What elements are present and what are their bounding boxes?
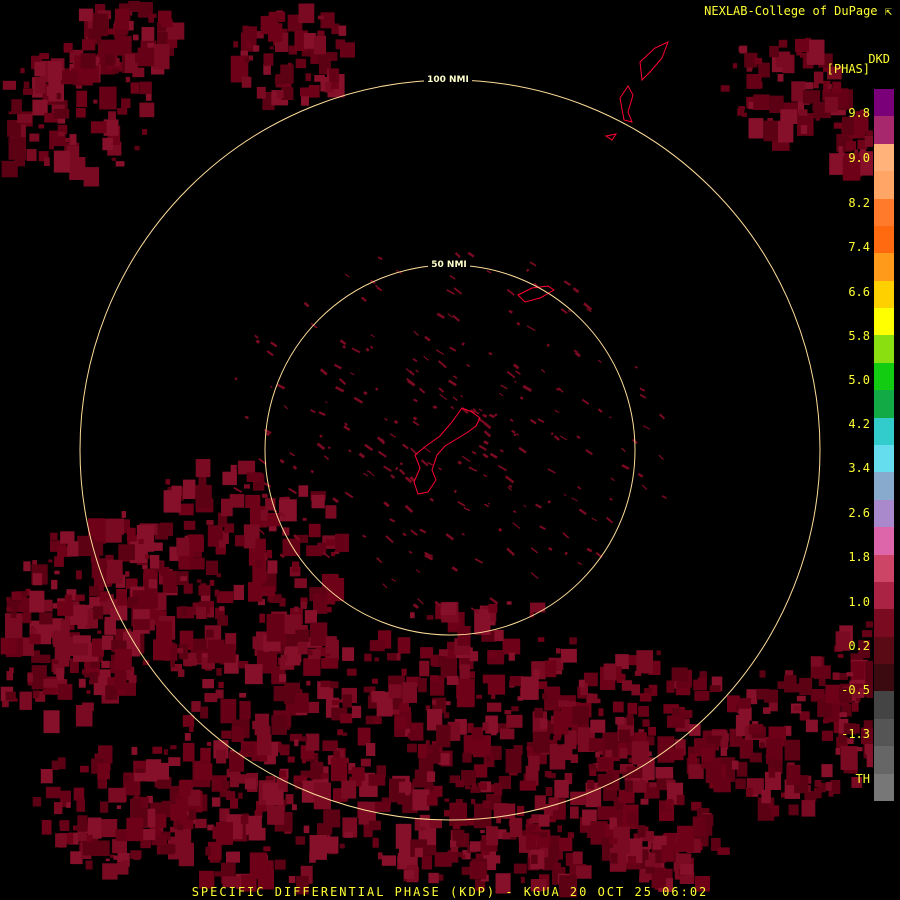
- legend-swatch: [874, 143, 894, 172]
- legend-swatch: [874, 225, 894, 254]
- legend-swatch: [874, 116, 894, 145]
- legend-swatch: [874, 581, 894, 610]
- legend-swatch: [874, 390, 894, 419]
- legend-swatch: [874, 527, 894, 556]
- legend-swatch: [874, 89, 894, 117]
- legend-tick: 7.4: [848, 240, 870, 254]
- radar-display: 100 NMI 50 NMI: [0, 0, 900, 900]
- credit-label: NEXLAB-College of DuPage ⇱: [704, 4, 892, 18]
- legend-tick: 9.8: [848, 106, 870, 120]
- cursor-arrow-icon: ⇱: [884, 4, 892, 18]
- product-code: DKD: [868, 52, 890, 66]
- credit-text: NEXLAB-College of DuPage: [704, 4, 878, 18]
- legend-swatch: [874, 554, 894, 583]
- legend-swatch: [874, 308, 894, 336]
- legend-swatch: [874, 253, 894, 282]
- legend-swatch: [874, 746, 894, 775]
- legend-swatch: [874, 445, 894, 473]
- color-legend-bar: [873, 88, 895, 802]
- range-ring-100-label: 100 NMI: [427, 75, 469, 85]
- legend-tick: 2.6: [848, 506, 870, 520]
- product-footer: SPECIFIC DIFFERENTIAL PHASE (KDP) - KGUA…: [191, 885, 709, 899]
- legend-tick: 3.4: [848, 461, 870, 475]
- legend-tick: 0.2: [848, 639, 870, 653]
- legend-tick: TH: [855, 772, 870, 786]
- legend-swatch: [874, 609, 894, 638]
- legend-swatch: [874, 636, 894, 665]
- legend-swatch: [874, 691, 894, 720]
- legend-swatch: [874, 472, 894, 501]
- legend-swatch: [874, 773, 894, 802]
- legend-tick: 5.0: [848, 373, 870, 387]
- legend-tick: 4.2: [848, 417, 870, 431]
- range-ring-50-label: 50 NMI: [431, 260, 467, 270]
- legend-swatch: [874, 280, 894, 309]
- product-unit: [PHAS]: [826, 62, 870, 76]
- legend-tick: 1.0: [848, 595, 870, 609]
- legend-swatch: [874, 335, 894, 364]
- legend-swatch: [874, 417, 894, 446]
- legend-tick: -0.5: [841, 683, 870, 697]
- legend-swatch: [874, 362, 894, 391]
- legend-swatch: [874, 198, 894, 227]
- legend-tick: 5.8: [848, 329, 870, 343]
- legend-tick: 1.8: [848, 550, 870, 564]
- legend-tick: 9.0: [848, 151, 870, 165]
- legend-swatch: [874, 499, 894, 528]
- legend-swatch: [874, 718, 894, 747]
- legend-tick: -1.3: [841, 727, 870, 741]
- legend-swatch: [874, 664, 894, 692]
- legend-tick: 6.6: [848, 285, 870, 299]
- legend-tick: 8.2: [848, 196, 870, 210]
- legend-swatch: [874, 171, 894, 200]
